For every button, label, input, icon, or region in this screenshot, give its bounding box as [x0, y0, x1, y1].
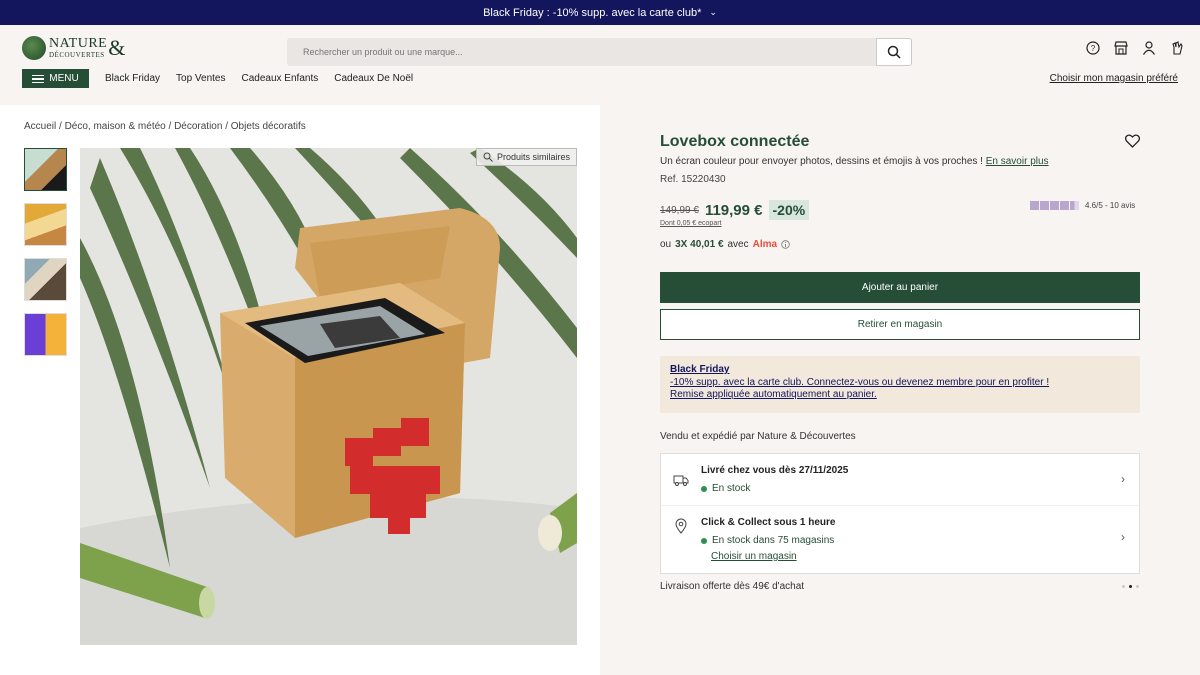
old-price: 149,99 € — [660, 204, 699, 216]
product-description: Un écran couleur pour envoyer photos, de… — [660, 156, 1049, 167]
hamburger-icon — [32, 74, 45, 83]
star-icon — [1060, 201, 1069, 210]
alma-installments: ou 3X 40,01 € avec Alma — [660, 239, 790, 250]
product-gallery-section: Accueil / Déco, maison & météo / Décorat… — [0, 105, 600, 675]
star-icon — [1050, 201, 1059, 210]
globe-icon — [22, 36, 46, 60]
promo-banner-text: Black Friday : -10% supp. avec la carte … — [483, 6, 702, 19]
carousel-dots — [1122, 585, 1139, 588]
info-icon[interactable] — [781, 240, 790, 249]
product-title: Lovebox connectée — [660, 133, 810, 150]
click-collect-row[interactable]: Click & Collect sous 1 heure En stock da… — [661, 506, 1139, 574]
price-block: 149,99 € 119,99 € -20% — [660, 200, 810, 220]
delivery-options: Livré chez vous dès 27/11/2025 En stock … — [660, 453, 1140, 574]
rating-stars — [1030, 201, 1079, 210]
free-shipping-text: Livraison offerte dès 49€ d'achat — [660, 581, 805, 592]
main-product-image[interactable]: Produits similaires — [80, 148, 577, 645]
learn-more-link[interactable]: En savoir plus — [986, 156, 1049, 167]
ecopart-note[interactable]: Dont 0,05 € ecopart — [660, 220, 722, 227]
add-to-cart-button[interactable]: Ajouter au panier — [660, 272, 1140, 303]
help-icon[interactable]: ? — [1086, 41, 1100, 55]
search-icon — [887, 45, 901, 59]
site-header: NATURE DÉCOUVERTES & ? MENU Black Friday… — [0, 25, 1200, 105]
star-icon — [1030, 201, 1039, 210]
logo-ampersand: & — [108, 35, 126, 60]
carousel-dot[interactable] — [1122, 585, 1125, 588]
search-input[interactable] — [287, 47, 876, 57]
alma-brand: Alma — [752, 239, 778, 250]
chevron-right-icon[interactable]: › — [1121, 472, 1125, 486]
discount-badge: -20% — [768, 200, 810, 220]
star-icon — [1040, 201, 1049, 210]
thumbnail-list — [24, 148, 67, 356]
truck-icon — [673, 475, 689, 486]
chevron-right-icon[interactable]: › — [1121, 530, 1125, 544]
carousel-dot[interactable] — [1136, 585, 1139, 588]
carousel-dot-active[interactable] — [1129, 585, 1132, 588]
similar-icon — [483, 152, 493, 162]
similar-products-button[interactable]: Produits similaires — [475, 148, 577, 166]
logo[interactable]: NATURE DÉCOUVERTES & — [22, 35, 125, 61]
thumbnail-4[interactable] — [24, 313, 67, 356]
location-pin-icon — [675, 518, 687, 534]
promo-line-2: Remise appliquée automatiquement au pani… — [670, 389, 877, 400]
choose-store-button[interactable]: Choisir un magasin — [711, 551, 797, 562]
product-description-text: Un écran couleur pour envoyer photos, de… — [660, 156, 983, 167]
alma-mid: avec — [727, 239, 749, 250]
similar-products-label: Produits similaires — [496, 152, 570, 162]
store-icon[interactable] — [1114, 41, 1128, 55]
menu-button[interactable]: MENU — [22, 69, 89, 88]
nav-black-friday[interactable]: Black Friday — [105, 73, 160, 84]
promo-banner[interactable]: Black Friday : -10% supp. avec la carte … — [0, 0, 1200, 25]
sold-by: Vendu et expédié par Nature & Découverte… — [660, 431, 856, 442]
thumbnail-2[interactable] — [24, 203, 67, 246]
main-nav: MENU Black Friday Top Ventes Cadeaux Enf… — [22, 69, 413, 88]
choose-store-link[interactable]: Choisir mon magasin préféré — [1050, 73, 1178, 84]
alma-prefix: ou — [660, 239, 672, 250]
star-half-icon — [1070, 201, 1079, 210]
rating-text: 4.6/5 - 10 avis — [1085, 201, 1136, 210]
lovebox-photo — [80, 148, 577, 645]
thumbnail-1[interactable] — [24, 148, 67, 191]
click-collect-title: Click & Collect sous 1 heure — [701, 517, 836, 528]
pickup-in-store-button[interactable]: Retirer en magasin — [660, 309, 1140, 340]
in-stock-dot — [701, 485, 707, 492]
alma-amount: 3X 40,01 € — [675, 239, 724, 250]
home-delivery-row[interactable]: Livré chez vous dès 27/11/2025 En stock … — [661, 454, 1139, 506]
search-bar — [287, 38, 912, 66]
rating[interactable]: 4.6/5 - 10 avis — [1030, 201, 1135, 210]
collect-stock-status: En stock dans 75 magasins — [701, 535, 834, 546]
home-stock-text: En stock — [712, 483, 751, 494]
product-ref: Ref. 15220430 — [660, 174, 726, 185]
search-button[interactable] — [876, 38, 912, 66]
in-stock-dot — [701, 537, 707, 544]
thumbnail-3[interactable] — [24, 258, 67, 301]
account-icon[interactable] — [1142, 41, 1156, 55]
header-icons: ? — [1086, 41, 1184, 55]
svg-text:?: ? — [1091, 44, 1096, 53]
home-delivery-title: Livré chez vous dès 27/11/2025 — [701, 465, 849, 476]
nav-cadeaux-enfants[interactable]: Cadeaux Enfants — [242, 73, 319, 84]
promo-line-1: -10% supp. avec la carte club. Connectez… — [670, 376, 1050, 388]
cart-icon[interactable] — [1170, 41, 1184, 55]
home-stock-status: En stock — [701, 483, 750, 494]
chevron-down-icon[interactable]: ⌄ — [709, 7, 717, 18]
black-friday-promo[interactable]: Black Friday -10% supp. avec la carte cl… — [660, 356, 1140, 413]
menu-label: MENU — [49, 73, 79, 84]
breadcrumb[interactable]: Accueil / Déco, maison & météo / Décorat… — [24, 121, 306, 132]
wishlist-heart-icon[interactable] — [1124, 134, 1141, 153]
current-price: 119,99 € — [704, 201, 763, 219]
promo-title: Black Friday — [670, 364, 730, 375]
collect-stock-text: En stock dans 75 magasins — [712, 535, 835, 546]
nav-cadeaux-noel[interactable]: Cadeaux De Noël — [334, 73, 413, 84]
logo-text-bottom: DÉCOUVERTES — [49, 51, 105, 59]
nav-top-ventes[interactable]: Top Ventes — [176, 73, 225, 84]
logo-text-top: NATURE — [49, 36, 108, 51]
